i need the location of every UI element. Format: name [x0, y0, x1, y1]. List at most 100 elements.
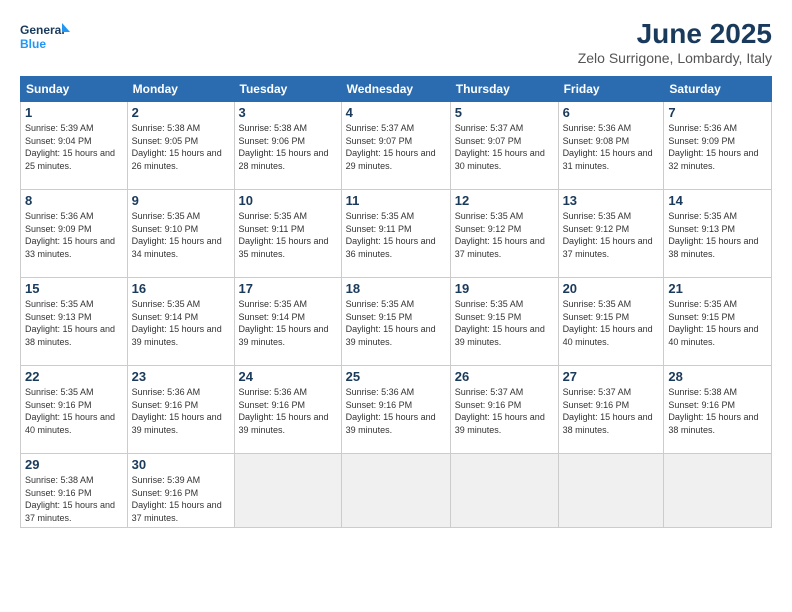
table-row: 18 Sunrise: 5:35 AMSunset: 9:15 PMDaylig… — [341, 278, 450, 366]
day-info: Sunrise: 5:37 AMSunset: 9:16 PMDaylight:… — [563, 387, 653, 435]
table-row: 25 Sunrise: 5:36 AMSunset: 9:16 PMDaylig… — [341, 366, 450, 454]
table-row — [558, 454, 664, 528]
day-info: Sunrise: 5:35 AMSunset: 9:16 PMDaylight:… — [25, 387, 115, 435]
day-number: 25 — [346, 369, 446, 384]
table-row: 28 Sunrise: 5:38 AMSunset: 9:16 PMDaylig… — [664, 366, 772, 454]
day-info: Sunrise: 5:36 AMSunset: 9:09 PMDaylight:… — [668, 123, 758, 171]
day-number: 3 — [239, 105, 337, 120]
table-row: 9 Sunrise: 5:35 AMSunset: 9:10 PMDayligh… — [127, 190, 234, 278]
table-row: 15 Sunrise: 5:35 AMSunset: 9:13 PMDaylig… — [21, 278, 128, 366]
table-row: 29 Sunrise: 5:38 AMSunset: 9:16 PMDaylig… — [21, 454, 128, 528]
day-info: Sunrise: 5:35 AMSunset: 9:11 PMDaylight:… — [346, 211, 436, 259]
table-row: 24 Sunrise: 5:36 AMSunset: 9:16 PMDaylig… — [234, 366, 341, 454]
table-row: 23 Sunrise: 5:36 AMSunset: 9:16 PMDaylig… — [127, 366, 234, 454]
table-row — [234, 454, 341, 528]
header: General Blue June 2025 Zelo Surrigone, L… — [20, 18, 772, 66]
table-row: 20 Sunrise: 5:35 AMSunset: 9:15 PMDaylig… — [558, 278, 664, 366]
table-row: 22 Sunrise: 5:35 AMSunset: 9:16 PMDaylig… — [21, 366, 128, 454]
table-row: 19 Sunrise: 5:35 AMSunset: 9:15 PMDaylig… — [450, 278, 558, 366]
day-info: Sunrise: 5:35 AMSunset: 9:12 PMDaylight:… — [563, 211, 653, 259]
logo-svg: General Blue — [20, 18, 70, 60]
day-number: 24 — [239, 369, 337, 384]
table-row: 5 Sunrise: 5:37 AMSunset: 9:07 PMDayligh… — [450, 102, 558, 190]
day-number: 1 — [25, 105, 123, 120]
table-row — [664, 454, 772, 528]
table-row: 2 Sunrise: 5:38 AMSunset: 9:05 PMDayligh… — [127, 102, 234, 190]
col-monday: Monday — [127, 77, 234, 102]
table-row: 8 Sunrise: 5:36 AMSunset: 9:09 PMDayligh… — [21, 190, 128, 278]
day-number: 26 — [455, 369, 554, 384]
calendar-week-row: 29 Sunrise: 5:38 AMSunset: 9:16 PMDaylig… — [21, 454, 772, 528]
day-number: 20 — [563, 281, 660, 296]
day-info: Sunrise: 5:35 AMSunset: 9:10 PMDaylight:… — [132, 211, 222, 259]
table-row — [341, 454, 450, 528]
calendar-table: Sunday Monday Tuesday Wednesday Thursday… — [20, 76, 772, 528]
table-row: 21 Sunrise: 5:35 AMSunset: 9:15 PMDaylig… — [664, 278, 772, 366]
day-info: Sunrise: 5:35 AMSunset: 9:15 PMDaylight:… — [346, 299, 436, 347]
table-row: 11 Sunrise: 5:35 AMSunset: 9:11 PMDaylig… — [341, 190, 450, 278]
day-info: Sunrise: 5:36 AMSunset: 9:16 PMDaylight:… — [346, 387, 436, 435]
day-number: 28 — [668, 369, 767, 384]
day-number: 19 — [455, 281, 554, 296]
day-number: 17 — [239, 281, 337, 296]
calendar-week-row: 8 Sunrise: 5:36 AMSunset: 9:09 PMDayligh… — [21, 190, 772, 278]
day-number: 2 — [132, 105, 230, 120]
table-row: 6 Sunrise: 5:36 AMSunset: 9:08 PMDayligh… — [558, 102, 664, 190]
table-row: 12 Sunrise: 5:35 AMSunset: 9:12 PMDaylig… — [450, 190, 558, 278]
table-row — [450, 454, 558, 528]
logo: General Blue — [20, 18, 70, 60]
title-block: June 2025 Zelo Surrigone, Lombardy, Ital… — [578, 18, 772, 66]
day-number: 21 — [668, 281, 767, 296]
day-number: 12 — [455, 193, 554, 208]
day-number: 11 — [346, 193, 446, 208]
day-number: 27 — [563, 369, 660, 384]
day-info: Sunrise: 5:38 AMSunset: 9:16 PMDaylight:… — [25, 475, 115, 523]
day-info: Sunrise: 5:37 AMSunset: 9:16 PMDaylight:… — [455, 387, 545, 435]
table-row: 16 Sunrise: 5:35 AMSunset: 9:14 PMDaylig… — [127, 278, 234, 366]
day-info: Sunrise: 5:36 AMSunset: 9:08 PMDaylight:… — [563, 123, 653, 171]
calendar-week-row: 22 Sunrise: 5:35 AMSunset: 9:16 PMDaylig… — [21, 366, 772, 454]
svg-text:General: General — [20, 23, 65, 37]
table-row: 14 Sunrise: 5:35 AMSunset: 9:13 PMDaylig… — [664, 190, 772, 278]
table-row: 17 Sunrise: 5:35 AMSunset: 9:14 PMDaylig… — [234, 278, 341, 366]
col-friday: Friday — [558, 77, 664, 102]
day-info: Sunrise: 5:36 AMSunset: 9:16 PMDaylight:… — [239, 387, 329, 435]
day-number: 6 — [563, 105, 660, 120]
day-info: Sunrise: 5:35 AMSunset: 9:14 PMDaylight:… — [132, 299, 222, 347]
day-info: Sunrise: 5:36 AMSunset: 9:09 PMDaylight:… — [25, 211, 115, 259]
col-sunday: Sunday — [21, 77, 128, 102]
day-info: Sunrise: 5:38 AMSunset: 9:06 PMDaylight:… — [239, 123, 329, 171]
month-title: June 2025 — [578, 18, 772, 50]
day-info: Sunrise: 5:35 AMSunset: 9:15 PMDaylight:… — [668, 299, 758, 347]
day-number: 10 — [239, 193, 337, 208]
day-number: 14 — [668, 193, 767, 208]
day-info: Sunrise: 5:35 AMSunset: 9:13 PMDaylight:… — [25, 299, 115, 347]
table-row: 4 Sunrise: 5:37 AMSunset: 9:07 PMDayligh… — [341, 102, 450, 190]
col-thursday: Thursday — [450, 77, 558, 102]
table-row: 3 Sunrise: 5:38 AMSunset: 9:06 PMDayligh… — [234, 102, 341, 190]
weekday-header-row: Sunday Monday Tuesday Wednesday Thursday… — [21, 77, 772, 102]
day-info: Sunrise: 5:35 AMSunset: 9:15 PMDaylight:… — [563, 299, 653, 347]
table-row: 27 Sunrise: 5:37 AMSunset: 9:16 PMDaylig… — [558, 366, 664, 454]
calendar-week-row: 1 Sunrise: 5:39 AMSunset: 9:04 PMDayligh… — [21, 102, 772, 190]
col-saturday: Saturday — [664, 77, 772, 102]
day-number: 18 — [346, 281, 446, 296]
day-info: Sunrise: 5:35 AMSunset: 9:11 PMDaylight:… — [239, 211, 329, 259]
day-info: Sunrise: 5:37 AMSunset: 9:07 PMDaylight:… — [455, 123, 545, 171]
day-info: Sunrise: 5:35 AMSunset: 9:13 PMDaylight:… — [668, 211, 758, 259]
day-info: Sunrise: 5:38 AMSunset: 9:05 PMDaylight:… — [132, 123, 222, 171]
table-row: 30 Sunrise: 5:39 AMSunset: 9:16 PMDaylig… — [127, 454, 234, 528]
day-number: 30 — [132, 457, 230, 472]
col-wednesday: Wednesday — [341, 77, 450, 102]
day-number: 16 — [132, 281, 230, 296]
table-row: 1 Sunrise: 5:39 AMSunset: 9:04 PMDayligh… — [21, 102, 128, 190]
day-info: Sunrise: 5:35 AMSunset: 9:14 PMDaylight:… — [239, 299, 329, 347]
svg-text:Blue: Blue — [20, 37, 46, 51]
day-number: 5 — [455, 105, 554, 120]
day-number: 13 — [563, 193, 660, 208]
location-title: Zelo Surrigone, Lombardy, Italy — [578, 50, 772, 66]
day-info: Sunrise: 5:39 AMSunset: 9:16 PMDaylight:… — [132, 475, 222, 523]
table-row: 13 Sunrise: 5:35 AMSunset: 9:12 PMDaylig… — [558, 190, 664, 278]
day-info: Sunrise: 5:37 AMSunset: 9:07 PMDaylight:… — [346, 123, 436, 171]
day-info: Sunrise: 5:35 AMSunset: 9:12 PMDaylight:… — [455, 211, 545, 259]
